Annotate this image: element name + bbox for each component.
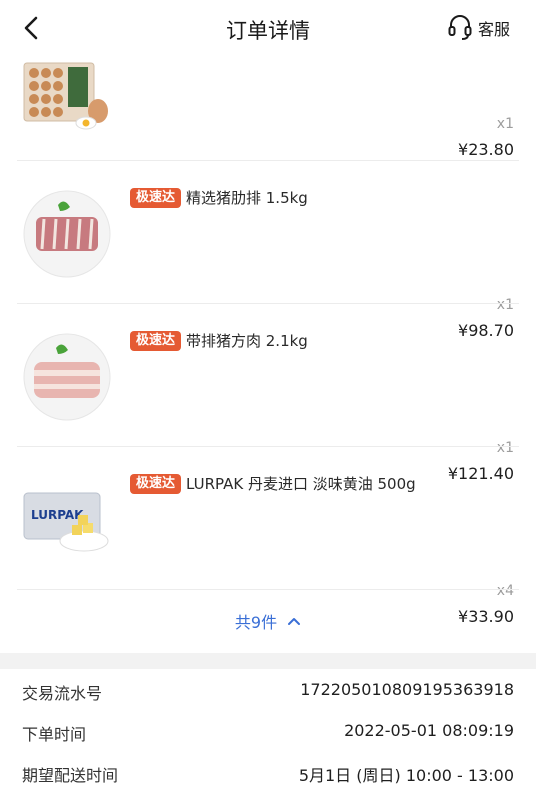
list-item[interactable]: 极速达 带排猪方肉 2.1kg x1 ¥121.40	[0, 304, 536, 483]
item-name: 精选猪肋排 1.5kg	[186, 189, 308, 207]
top-nav-bar: 订单详情 客服	[0, 0, 536, 56]
info-key: 交易流水号	[22, 684, 103, 703]
show-all-items-toggle[interactable]: 共9件	[0, 589, 536, 653]
info-row-transaction-id: 交易流水号 17220501080919536391​8	[0, 669, 536, 710]
customer-service-button[interactable]: 客服	[448, 15, 510, 41]
info-value: 5月1日 (周日) 10:00 - 13:00	[298, 766, 514, 785]
customer-service-label: 客服	[477, 20, 510, 39]
pork-ribs-icon	[23, 190, 111, 278]
list-item[interactable]: x1 ¥23.80	[0, 56, 536, 161]
express-badge: 极速达	[130, 188, 182, 208]
list-item[interactable]: 极速达 精选猪肋排 1.5kg x1 ¥98.70	[0, 161, 536, 340]
order-info-section: 交易流水号 17220501080919536391​8 下单时间 2022-0…	[0, 669, 536, 792]
item-quantity: x1	[496, 116, 514, 132]
express-badge: 极速达	[130, 331, 182, 351]
info-value: 17220501080919536391​8	[300, 680, 514, 699]
express-badge: 极速达	[130, 474, 182, 494]
item-count-label: 共9件	[234, 613, 278, 632]
info-value: 2022-05-01 08:09:19	[344, 721, 514, 740]
butter-brand-text: LURPAK	[31, 508, 84, 522]
info-row-order-time: 下单时间 2022-05-01 08:09:19	[0, 710, 536, 751]
item-name: LURPAK 丹麦进口 淡味黄油 500g	[186, 475, 416, 493]
list-item[interactable]: LURPAK 极速达 LURPAK 丹麦进口 淡味黄油 500g x4 ¥33.…	[0, 447, 536, 626]
headset-icon	[448, 15, 472, 40]
chevron-up-icon	[288, 618, 301, 625]
section-separator	[0, 653, 536, 669]
info-row-delivery-time: 期望配送时间 5月1日 (周日) 10:00 - 13:00	[0, 751, 536, 792]
order-item-list: x1 ¥23.80 极速达 精选猪肋排 1.5kg x1 ¥98.70 极速达 …	[0, 56, 536, 653]
info-key: 下单时间	[22, 725, 87, 744]
item-name: 带排猪方肉 2.1kg	[186, 332, 308, 350]
eggs-icon	[23, 62, 108, 130]
info-key: 期望配送时间	[22, 766, 119, 785]
pork-belly-icon	[23, 333, 111, 421]
item-price: ¥23.80	[458, 140, 514, 159]
butter-icon: LURPAK	[23, 492, 109, 552]
